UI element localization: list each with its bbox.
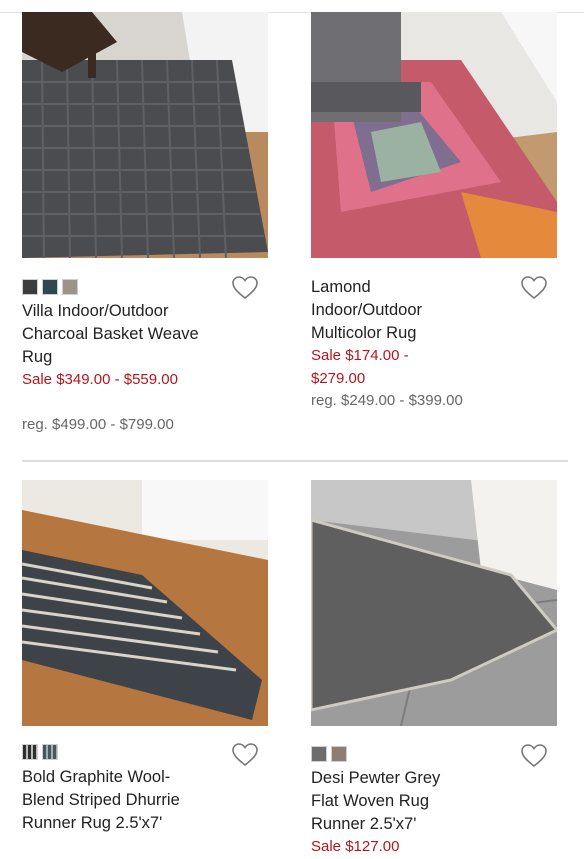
product-image[interactable] bbox=[22, 12, 268, 258]
swatch-brown-grey[interactable] bbox=[331, 746, 347, 762]
swatch-pewter[interactable] bbox=[311, 746, 327, 762]
product-card-lamond[interactable]: Lamond Indoor/Outdoor Multicolor Rug Sal… bbox=[311, 12, 557, 452]
product-card-villa[interactable]: Villa Indoor/Outdoor Charcoal Basket Wea… bbox=[22, 12, 268, 452]
sale-price: Sale $174.00 - $279.00 bbox=[311, 347, 409, 387]
regular-price: reg. $499.00 - $799.00 bbox=[22, 416, 174, 433]
product-name[interactable]: Desi Pewter Grey Flat Woven Rug Runner 2… bbox=[311, 767, 461, 836]
product-image[interactable] bbox=[311, 12, 557, 258]
swatch-charcoal[interactable] bbox=[22, 279, 38, 295]
product-name[interactable]: Villa Indoor/Outdoor Charcoal Basket Wea… bbox=[22, 300, 212, 369]
color-swatches bbox=[22, 279, 78, 295]
color-swatches bbox=[22, 744, 58, 760]
swatch-graphite-stripe[interactable] bbox=[22, 744, 38, 760]
product-image[interactable] bbox=[22, 480, 268, 726]
product-card-bold-graphite[interactable]: Bold Graphite Wool-Blend Striped Dhurrie… bbox=[22, 480, 268, 859]
swatch-teal[interactable] bbox=[42, 279, 58, 295]
sale-price: Sale $349.00 - $559.00 bbox=[22, 371, 178, 388]
swatch-taupe[interactable] bbox=[62, 279, 78, 295]
product-card-desi[interactable]: Desi Pewter Grey Flat Woven Rug Runner 2… bbox=[311, 480, 557, 859]
swatch-teal-stripe[interactable] bbox=[42, 744, 58, 760]
row-divider bbox=[22, 460, 568, 462]
heart-outline-icon[interactable] bbox=[521, 744, 547, 768]
color-swatches bbox=[311, 746, 347, 762]
heart-outline-icon[interactable] bbox=[232, 276, 258, 300]
heart-outline-icon[interactable] bbox=[232, 743, 258, 767]
sale-price: Sale $127.00 bbox=[311, 838, 400, 855]
product-name[interactable]: Bold Graphite Wool-Blend Striped Dhurrie… bbox=[22, 766, 197, 835]
product-image[interactable] bbox=[311, 480, 557, 726]
product-name[interactable]: Lamond Indoor/Outdoor Multicolor Rug bbox=[311, 276, 461, 345]
regular-price: reg. $249.00 - $399.00 bbox=[311, 392, 463, 409]
heart-outline-icon[interactable] bbox=[521, 276, 547, 300]
